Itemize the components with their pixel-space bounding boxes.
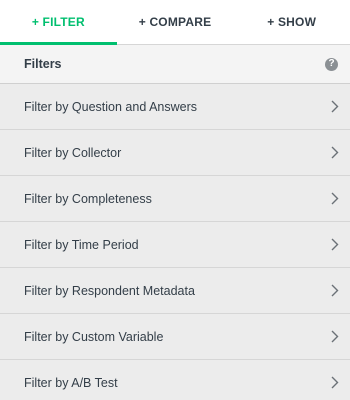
filter-panel: + FILTER + COMPARE + SHOW Filters ? Filt… (0, 0, 350, 400)
chevron-right-icon (330, 238, 340, 252)
filter-item-label: Filter by Completeness (24, 191, 152, 206)
filter-item-time-period[interactable]: Filter by Time Period (0, 222, 350, 268)
chevron-right-icon (330, 284, 340, 298)
filter-item-question-and-answers[interactable]: Filter by Question and Answers (0, 84, 350, 130)
filter-item-label: Filter by Question and Answers (24, 99, 197, 114)
filter-item-custom-variable[interactable]: Filter by Custom Variable (0, 314, 350, 360)
tab-show[interactable]: + SHOW (233, 0, 350, 44)
help-icon[interactable]: ? (325, 57, 338, 71)
filter-item-label: Filter by Respondent Metadata (24, 283, 195, 298)
chevron-right-icon (330, 146, 340, 160)
chevron-right-icon (330, 376, 340, 390)
filter-item-label: Filter by A/B Test (24, 375, 118, 390)
filter-item-collector[interactable]: Filter by Collector (0, 130, 350, 176)
chevron-right-icon (330, 192, 340, 206)
filter-item-label: Filter by Collector (24, 145, 122, 160)
filter-item-ab-test[interactable]: Filter by A/B Test (0, 360, 350, 400)
filters-header: Filters ? (0, 45, 350, 84)
filter-item-respondent-metadata[interactable]: Filter by Respondent Metadata (0, 268, 350, 314)
filters-title: Filters (24, 57, 62, 71)
chevron-right-icon (330, 330, 340, 344)
filter-list: Filter by Question and Answers Filter by… (0, 84, 350, 400)
chevron-right-icon (330, 100, 340, 114)
filter-item-label: Filter by Time Period (24, 237, 139, 252)
filter-item-completeness[interactable]: Filter by Completeness (0, 176, 350, 222)
tab-filter[interactable]: + FILTER (0, 0, 117, 45)
tab-compare[interactable]: + COMPARE (117, 0, 234, 44)
tab-bar: + FILTER + COMPARE + SHOW (0, 0, 350, 45)
filter-item-label: Filter by Custom Variable (24, 329, 164, 344)
